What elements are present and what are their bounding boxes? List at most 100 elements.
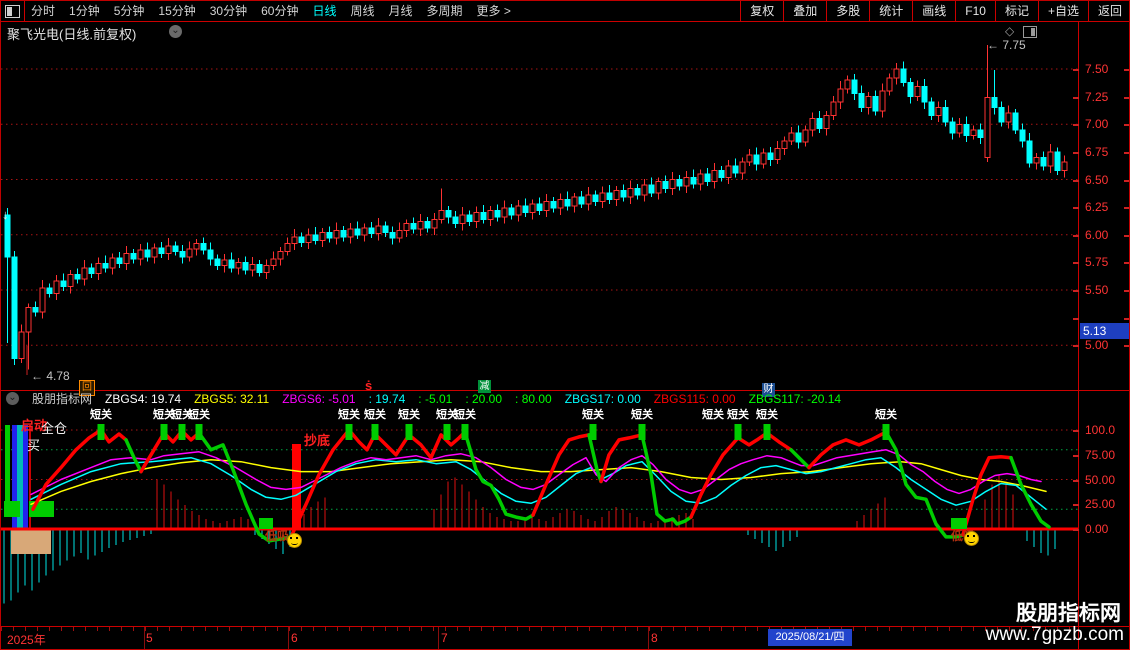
duanguan-square bbox=[444, 424, 451, 440]
indicator-param-4: ZBGS6: -5.01 bbox=[282, 392, 355, 406]
chaodi-marker: 抄底 bbox=[304, 430, 330, 449]
axis-tick bbox=[1073, 69, 1079, 71]
period-tab-11[interactable]: 更多 > bbox=[477, 1, 511, 21]
candle-down bbox=[852, 80, 857, 93]
time-axis-label: 5 bbox=[146, 631, 153, 645]
candle-down bbox=[565, 199, 570, 206]
duanguan-square bbox=[98, 424, 105, 440]
current-price-tag: 5.13 bbox=[1080, 323, 1129, 339]
duanguan-square bbox=[590, 424, 597, 440]
candle-down bbox=[621, 191, 626, 198]
candle-down bbox=[369, 228, 374, 234]
period-tab-4[interactable]: 15分钟 bbox=[158, 1, 195, 21]
candle-up bbox=[572, 197, 577, 206]
candle-down bbox=[705, 174, 710, 182]
candle-down bbox=[1041, 157, 1046, 166]
candle-up bbox=[222, 260, 227, 266]
indicator-chevron-icon[interactable]: ⌄ bbox=[6, 392, 19, 405]
axis-tick bbox=[1073, 529, 1079, 531]
duanguan-square bbox=[161, 424, 168, 440]
candle-down bbox=[950, 122, 955, 133]
candle-down bbox=[943, 108, 948, 122]
candle-down bbox=[523, 206, 528, 213]
toolbar-button-6[interactable]: F10 bbox=[955, 1, 995, 21]
down-arrow-marker: ↓ bbox=[2, 207, 9, 222]
toolbar-button-1[interactable]: 复权 bbox=[740, 1, 783, 21]
indicator-param-3: ZBGS5: 32.11 bbox=[194, 392, 269, 406]
period-tab-7[interactable]: 日线 bbox=[312, 1, 336, 21]
candle-up bbox=[236, 262, 241, 268]
price-axis-label: 5.00 bbox=[1085, 338, 1127, 352]
toolbar-button-8[interactable]: +自选 bbox=[1038, 1, 1088, 21]
price-axis-label: 6.75 bbox=[1085, 145, 1127, 159]
candlestick-and-indicator-canvas[interactable]: 短关短关短关短关短关短关短关短关短关短关短关短关短关短关短关 bbox=[1, 1, 1130, 650]
axis-tick bbox=[1073, 318, 1079, 320]
candle-down bbox=[649, 185, 654, 193]
duanguan-label: 短关 bbox=[702, 407, 724, 421]
period-tab-1[interactable]: 分时 bbox=[31, 1, 55, 21]
candle-up bbox=[600, 193, 605, 202]
candle-down bbox=[691, 177, 696, 184]
toolbar-button-9[interactable]: 返回 bbox=[1088, 1, 1130, 21]
candle-up bbox=[670, 180, 675, 189]
axis-tick bbox=[1073, 97, 1079, 99]
candle-up bbox=[782, 141, 787, 149]
candle-down bbox=[313, 235, 318, 241]
duanguan-label: 短关 bbox=[338, 407, 360, 421]
candle-up bbox=[82, 268, 87, 279]
indicator-param-6: : -5.01 bbox=[418, 392, 452, 406]
toolbar-button-3[interactable]: 多股 bbox=[826, 1, 869, 21]
candle-up bbox=[530, 204, 535, 213]
axis-tick bbox=[1124, 318, 1130, 320]
period-tab-6[interactable]: 60分钟 bbox=[261, 1, 298, 21]
candle-down bbox=[390, 233, 395, 239]
axis-tick bbox=[1073, 455, 1079, 457]
axis-tick bbox=[1124, 69, 1130, 71]
candle-down bbox=[75, 275, 80, 279]
candle-up bbox=[789, 133, 794, 141]
month-separator bbox=[288, 627, 289, 650]
period-tab-3[interactable]: 5分钟 bbox=[114, 1, 145, 21]
duanguan-label: 短关 bbox=[582, 407, 604, 421]
candle-up bbox=[292, 237, 297, 244]
candle-up bbox=[124, 254, 129, 264]
candle-up bbox=[439, 210, 444, 219]
candle-up bbox=[586, 195, 591, 204]
toolbar-button-2[interactable]: 叠加 bbox=[783, 1, 826, 21]
indicator-param-10: ZBGS115: 0.00 bbox=[654, 392, 736, 406]
candle-down bbox=[607, 193, 612, 200]
candle-down bbox=[481, 213, 486, 220]
candle-up bbox=[138, 250, 143, 259]
window-split-icon[interactable] bbox=[5, 5, 20, 18]
month-separator bbox=[438, 627, 439, 650]
price-axis-label: 6.25 bbox=[1085, 200, 1127, 214]
duanguan-square bbox=[735, 424, 742, 440]
candle-up bbox=[474, 213, 479, 222]
period-tab-2[interactable]: 1分钟 bbox=[69, 1, 100, 21]
toolbar-button-5[interactable]: 画线 bbox=[912, 1, 955, 21]
candle-up bbox=[376, 226, 381, 234]
candle-down bbox=[327, 233, 332, 239]
candle-up bbox=[460, 215, 465, 224]
candle-up bbox=[656, 182, 661, 193]
toolbar-button-4[interactable]: 统计 bbox=[869, 1, 912, 21]
candle-down bbox=[1055, 152, 1060, 171]
candle-down bbox=[964, 124, 969, 135]
candle-down bbox=[509, 208, 514, 215]
period-tab-9[interactable]: 月线 bbox=[389, 1, 413, 21]
candle-up bbox=[838, 89, 843, 102]
candle-down bbox=[383, 226, 388, 233]
axis-tick bbox=[1073, 480, 1079, 482]
duanguan-label: 短关 bbox=[756, 407, 778, 421]
toolbar-button-7[interactable]: 标记 bbox=[995, 1, 1038, 21]
candle-down bbox=[768, 153, 773, 160]
candle-down bbox=[929, 102, 934, 115]
candle-down bbox=[467, 215, 472, 222]
period-tab-5[interactable]: 30分钟 bbox=[210, 1, 247, 21]
candle-down bbox=[663, 182, 668, 189]
candle-down bbox=[446, 210, 451, 217]
period-tab-10[interactable]: 多周期 bbox=[427, 1, 463, 21]
candle-down bbox=[89, 268, 94, 274]
candle-up bbox=[831, 102, 836, 115]
period-tab-8[interactable]: 周线 bbox=[350, 1, 374, 21]
